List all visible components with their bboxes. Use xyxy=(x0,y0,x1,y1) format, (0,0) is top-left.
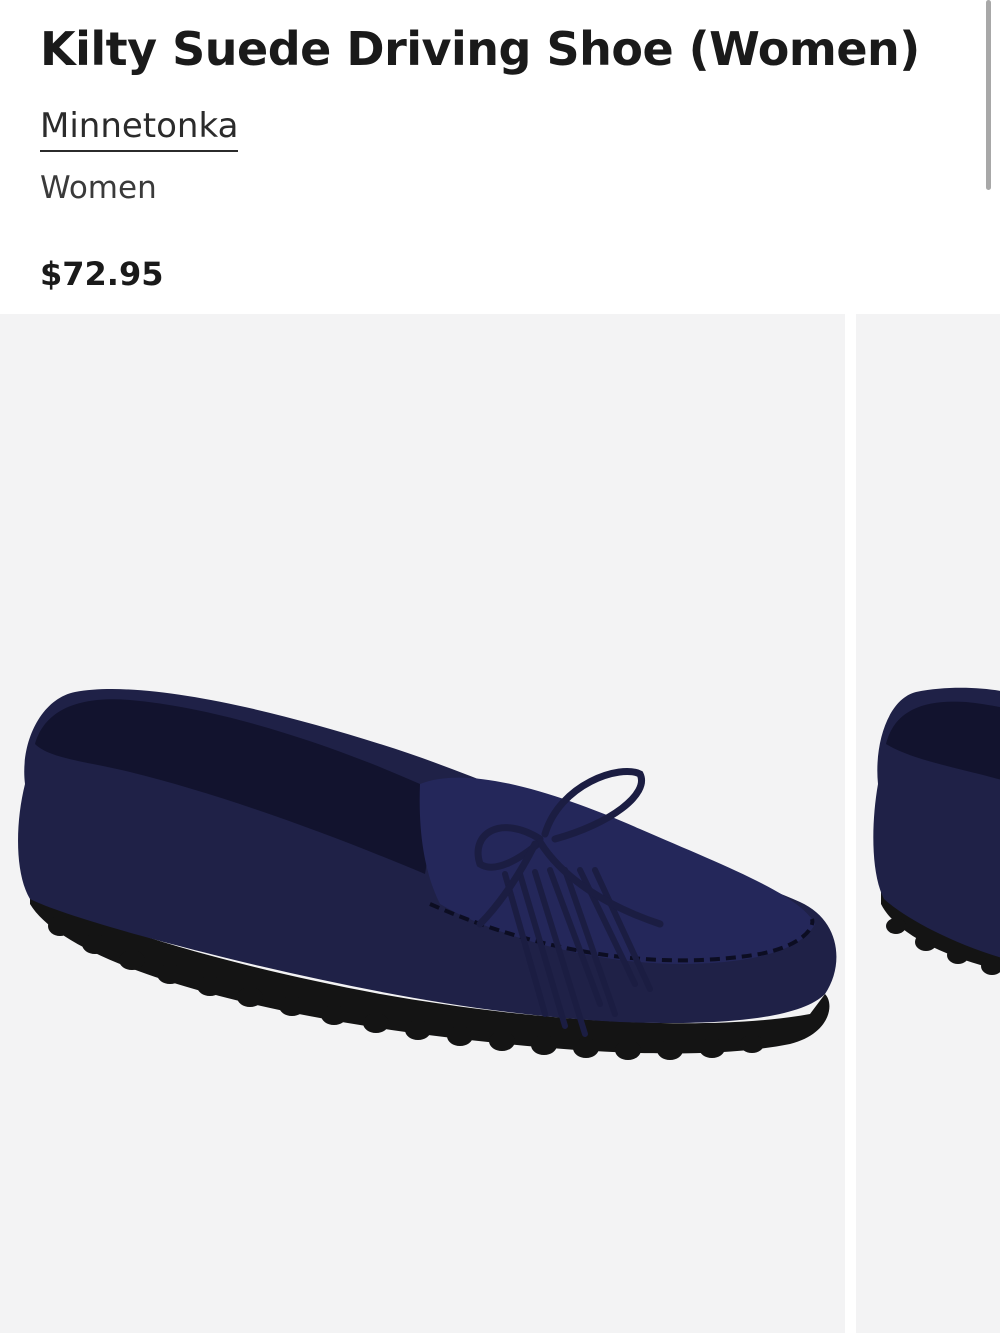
moccasin-image-next xyxy=(873,687,1000,975)
category-label: Women xyxy=(40,170,157,206)
product-page: Kilty Suede Driving Shoe (Women) Minneto… xyxy=(0,0,1000,1333)
product-title: Kilty Suede Driving Shoe (Women) xyxy=(40,22,920,76)
product-image-main[interactable] xyxy=(0,314,845,1333)
moccasin-image xyxy=(18,689,837,1060)
image-gallery[interactable] xyxy=(0,314,1000,1333)
page-scrollbar[interactable] xyxy=(986,0,991,190)
product-price: $72.95 xyxy=(40,255,164,293)
product-image-next[interactable] xyxy=(856,314,1000,1333)
brand-link[interactable]: Minnetonka xyxy=(40,106,239,152)
